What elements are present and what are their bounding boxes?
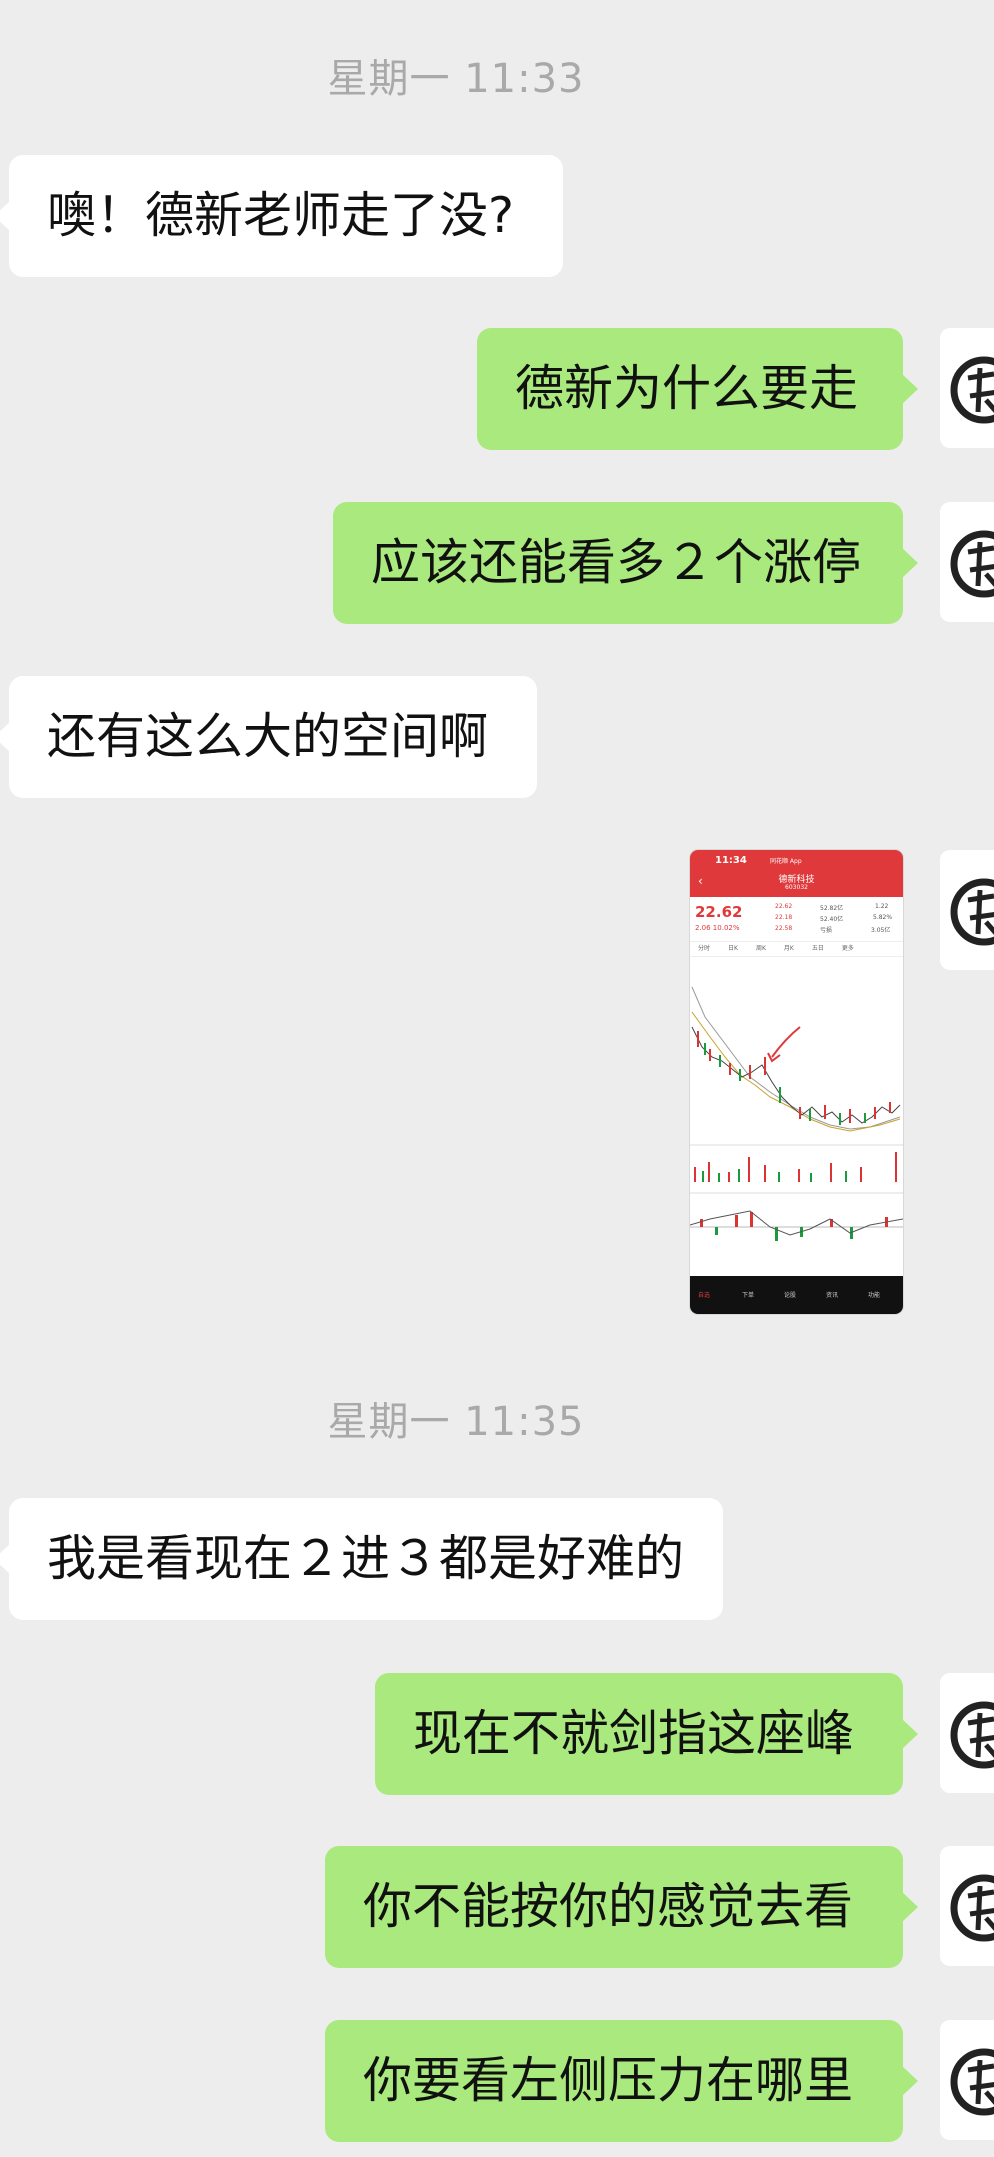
tab-label: 五日 (811, 945, 824, 952)
avatar-calligraphy-icon (950, 356, 994, 424)
avatar[interactable] (940, 1673, 994, 1793)
stock-app-footer: 自选 下单 论股 资讯 功能 (690, 1276, 903, 1314)
avatar-calligraphy-icon (950, 1701, 994, 1769)
message-bubble-outgoing[interactable]: 应该还能看多２个涨停 (333, 502, 918, 624)
stat: 1.22 (875, 903, 889, 910)
status-clock: 11:34 (715, 855, 747, 866)
stat: 3.05亿 (871, 927, 891, 934)
avatar[interactable] (940, 328, 994, 448)
avatar[interactable] (940, 850, 994, 970)
footer-label: 下单 (742, 1292, 755, 1299)
footer-label: 功能 (868, 1292, 881, 1299)
message-bubble-incoming[interactable]: 我是看现在２进３都是好难的 (0, 1498, 723, 1620)
avatar[interactable] (940, 1846, 994, 1966)
avatar-calligraphy-icon (950, 530, 994, 598)
stock-app-header: 11:34 同花顺 App ‹ 德新科技 603032 (690, 850, 903, 897)
message-bubble-outgoing[interactable]: 现在不就剑指这座峰 (375, 1673, 918, 1795)
stat: 52.40亿 (820, 916, 844, 923)
tab-label: 月K (783, 945, 794, 952)
message-bubble-outgoing[interactable]: 德新为什么要走 (477, 328, 918, 450)
stat: 5.82% (873, 914, 893, 921)
message-bubble-incoming[interactable]: 还有这么大的空间啊 (0, 676, 537, 798)
footer-label: 资讯 (826, 1292, 839, 1299)
timestamp: 星期一 11:35 (327, 1399, 585, 1445)
tab-label: 更多 (841, 945, 854, 952)
footer-label: 自选 (698, 1292, 711, 1299)
stock-screenshot-image[interactable]: 11:34 同花顺 App ‹ 德新科技 603032 22.62 2.06 1… (690, 850, 903, 1314)
tab-label: 周K (755, 945, 766, 952)
stat: 22.58 (775, 925, 793, 932)
avatar-calligraphy-icon (950, 2048, 994, 2116)
avatar-calligraphy-icon (950, 878, 994, 946)
message-bubble-outgoing[interactable]: 你不能按你的感觉去看 (325, 1846, 918, 1968)
stock-change: 2.06 10.02% (695, 924, 740, 932)
stat: 22.62 (775, 903, 793, 910)
stock-quote: 22.62 2.06 10.02% 22.62 52.82亿 1.22 22.1… (690, 897, 903, 942)
chart-period-tabs: 分时 日K 周K 月K 五日 更多 (690, 942, 903, 957)
avatar-calligraphy-icon (950, 1874, 994, 1942)
message-bubble-incoming[interactable]: 噢！德新老师走了没? (0, 155, 563, 277)
app-label: 同花顺 App (770, 858, 802, 865)
stat: 亏损 (820, 927, 833, 934)
stock-price: 22.62 (695, 903, 743, 921)
message-bubble-outgoing[interactable]: 你要看左侧压力在哪里 (325, 2020, 918, 2142)
stock-code: 603032 (785, 884, 808, 891)
timestamp: 星期一 11:33 (327, 56, 585, 102)
kline-chart-graphic (690, 986, 903, 1241)
tab-label: 日K (728, 945, 738, 952)
stat: 52.82亿 (820, 905, 844, 912)
footer-label: 论股 (784, 1292, 797, 1299)
stat: 22.18 (775, 914, 793, 921)
avatar[interactable] (940, 502, 994, 622)
avatar[interactable] (940, 2020, 994, 2140)
tab-label: 分时 (698, 945, 711, 952)
